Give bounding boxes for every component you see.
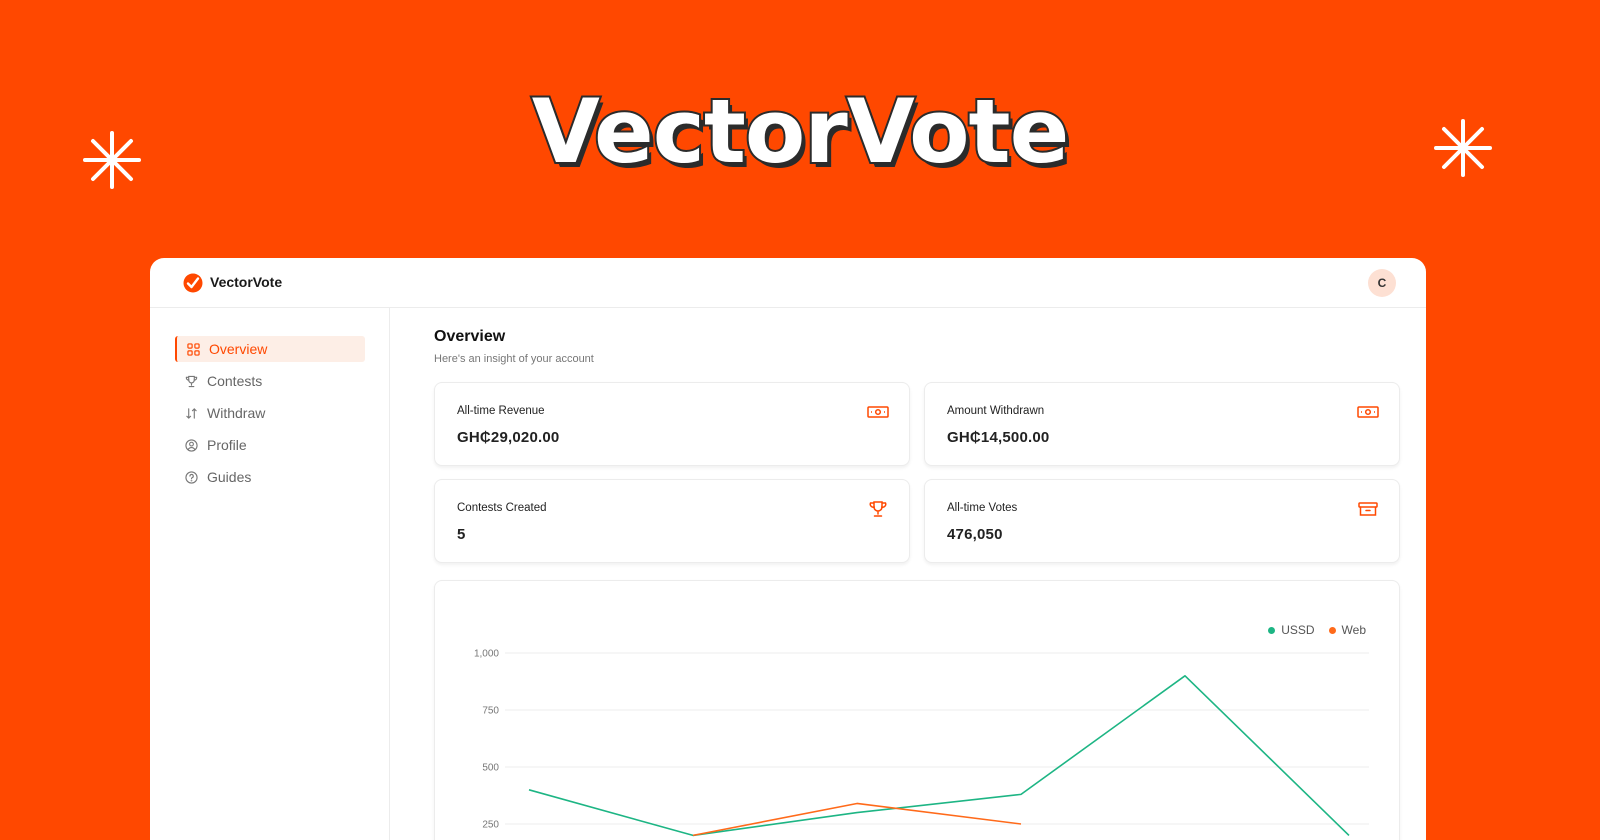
help-circle-icon (185, 470, 198, 484)
sidebar-item-label: Guides (207, 469, 252, 485)
brand-logo-icon[interactable] (183, 273, 203, 293)
trophy-icon (869, 501, 887, 517)
grid-icon (187, 342, 200, 356)
y-tick-label: 750 (482, 706, 499, 717)
cash-icon (1357, 406, 1379, 418)
sidebar: Overview Contests Withdraw Profile Guide… (150, 308, 390, 840)
sidebar-item-label: Contests (207, 373, 263, 389)
stat-value: GH₵29,020.00 (457, 429, 560, 446)
arrows-updown-icon (186, 407, 197, 419)
hero-title: VectorVote (530, 78, 1072, 185)
series-line-web[interactable] (692, 802, 1022, 837)
stat-card-revenue: All-time Revenue GH₵29,020.00 (434, 382, 910, 466)
sparkle-icon (1434, 119, 1492, 177)
y-tick-label: 250 (482, 820, 499, 831)
stat-label: All-time Revenue (457, 405, 545, 417)
sidebar-item-withdraw[interactable]: Withdraw (175, 400, 365, 426)
stat-card-contests: Contests Created 5 (434, 479, 910, 563)
sidebar-item-label: Overview (209, 341, 268, 357)
stat-card-votes: All-time Votes 476,050 (924, 479, 1400, 563)
sidebar-item-contests[interactable]: Contests (175, 368, 365, 394)
votes-chart: USSD Web 1,000 750 500 250 (434, 580, 1400, 840)
user-circle-icon (185, 438, 198, 452)
brand-name[interactable]: VectorVote (210, 274, 282, 290)
page-title: Overview (434, 328, 506, 345)
stat-value: 5 (457, 526, 466, 543)
avatar[interactable]: C (1368, 269, 1396, 297)
cash-icon (867, 406, 889, 418)
page-subtitle: Here's an insight of your account (434, 353, 594, 365)
stat-label: Contests Created (457, 502, 547, 514)
sidebar-item-profile[interactable]: Profile (175, 432, 365, 458)
sidebar-item-guides[interactable]: Guides (175, 464, 365, 490)
trophy-icon (185, 375, 198, 387)
sidebar-item-label: Withdraw (207, 405, 266, 421)
app-window: VectorVote C Overview Contests Withdraw … (150, 258, 1426, 840)
sidebar-item-overview[interactable]: Overview (175, 336, 365, 362)
top-bar: VectorVote C (150, 258, 1426, 308)
y-tick-label: 1,000 (474, 649, 499, 660)
archive-icon (1358, 502, 1378, 516)
sidebar-item-label: Profile (207, 437, 247, 453)
stat-label: Amount Withdrawn (947, 405, 1045, 417)
series-line-ussd[interactable] (528, 675, 1350, 837)
sparkle-icon (83, 131, 141, 189)
stat-card-withdrawn: Amount Withdrawn GH₵14,500.00 (924, 382, 1400, 466)
y-tick-label: 500 (482, 763, 499, 774)
stat-value: 476,050 (947, 526, 1003, 543)
stat-label: All-time Votes (947, 502, 1018, 514)
stat-value: GH₵14,500.00 (947, 429, 1050, 446)
chart-plot: 1,000 750 500 250 (474, 649, 1369, 837)
